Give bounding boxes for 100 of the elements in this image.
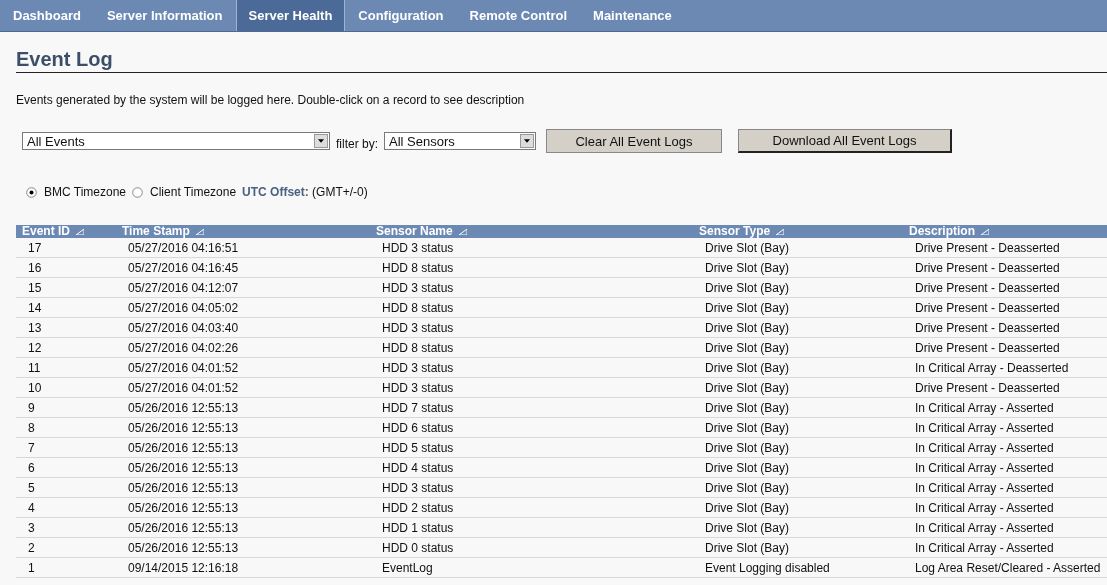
nav-tab[interactable]: Maintenance: [580, 0, 685, 31]
nav-tab[interactable]: Dashboard: [0, 0, 94, 31]
sort-icon: [776, 228, 785, 235]
table-cell-text: 11: [27, 360, 42, 375]
sensor-dropdown[interactable]: All Sensors: [384, 132, 536, 150]
page-title: Event Log: [16, 48, 114, 72]
column-header[interactable]: Event ID: [22, 225, 70, 238]
table-cell-text: 05/27/2016 04:16:51: [127, 240, 240, 255]
table-cell-text: In Critical Array - Asserted: [914, 480, 1055, 495]
table-cell-text: Drive Present - Deasserted: [914, 260, 1061, 275]
table-cell-text: 9: [27, 400, 36, 415]
table-cell-text: 05/27/2016 04:03:40: [127, 320, 240, 335]
table-cell-text: 17: [27, 240, 43, 255]
table-cell-text: HDD 6 status: [381, 420, 455, 435]
table-cell-text: Drive Slot (Bay): [704, 460, 791, 475]
table-cell-text: Drive Slot (Bay): [704, 520, 791, 535]
table-cell-text: In Critical Array - Asserted: [914, 540, 1055, 555]
table-cell-text: HDD 4 status: [381, 460, 455, 475]
table-cell-text: 4: [27, 500, 36, 515]
table-cell-text: 8: [27, 420, 36, 435]
table-cell-text: 05/26/2016 12:55:13: [127, 480, 240, 495]
nav-tab[interactable]: Server Information: [93, 0, 236, 31]
radio-label: BMC Timezone: [44, 185, 127, 199]
table-cell-text: HDD 1 status: [381, 520, 455, 535]
table-cell-text: In Critical Array - Asserted: [914, 400, 1055, 415]
nav-tab[interactable]: Remote Control: [456, 0, 581, 31]
table-cell-text: Drive Slot (Bay): [704, 300, 791, 315]
column-header[interactable]: Sensor Type: [699, 225, 771, 238]
table-cell-text: Drive Present - Deasserted: [914, 340, 1061, 355]
table-cell-text: 05/27/2016 04:16:45: [127, 260, 240, 275]
table-cell-text: HDD 3 status: [381, 360, 455, 375]
table-cell-text: 5: [27, 480, 36, 495]
table-cell-text: Drive Slot (Bay): [704, 340, 791, 355]
table-cell-text: HDD 3 status: [381, 240, 455, 255]
table-cell-text: Drive Slot (Bay): [704, 240, 791, 255]
table-cell-text: 3: [27, 520, 36, 535]
table-cell-text: HDD 0 status: [381, 540, 455, 555]
table-cell-text: 14: [27, 300, 43, 315]
filter-label: filter by:: [336, 137, 378, 151]
column-header[interactable]: Description: [909, 225, 975, 238]
table-cell-text: 05/26/2016 12:55:13: [127, 520, 240, 535]
utc-offset: UTC Offset: (GMT+/-0): [242, 185, 368, 199]
sort-icon: [458, 228, 467, 235]
table-cell-text: HDD 2 status: [381, 500, 455, 515]
sort-icon: [981, 228, 989, 235]
table-cell-text: 16: [27, 260, 43, 275]
table-cell-text: Drive Slot (Bay): [704, 260, 791, 275]
table-cell-text: 09/14/2015 12:16:18: [127, 560, 240, 575]
nav-tab[interactable]: Server Health: [235, 0, 346, 31]
radio-button[interactable]: [132, 186, 144, 198]
table-cell-text: HDD 8 status: [381, 340, 455, 355]
table-cell-text: 05/26/2016 12:55:13: [127, 440, 240, 455]
table-cell-text: 2: [27, 540, 36, 555]
table-cell-text: Drive Slot (Bay): [704, 440, 791, 455]
sort-icon: [195, 228, 204, 235]
download-button[interactable]: Download All Event Logs: [738, 129, 952, 153]
table-cell-text: Drive Slot (Bay): [704, 380, 791, 395]
radio-button[interactable]: [26, 186, 37, 198]
table-cell-text: HDD 3 status: [381, 280, 455, 295]
table-cell-text: Drive Slot (Bay): [704, 360, 791, 375]
table-cell-text: Drive Slot (Bay): [704, 420, 791, 435]
table-cell-text: 05/27/2016 04:12:07: [127, 280, 240, 295]
table-cell-text: In Critical Array - Asserted: [914, 520, 1055, 535]
table-cell-text: Drive Slot (Bay): [704, 320, 791, 335]
table-cell-text: Drive Slot (Bay): [704, 540, 791, 555]
column-header[interactable]: Time Stamp: [122, 225, 190, 238]
column-header[interactable]: Sensor Name: [376, 225, 453, 238]
table-cell-text: Drive Present - Deasserted: [914, 300, 1061, 315]
clear-button[interactable]: Clear All Event Logs: [546, 129, 722, 153]
table-cell-text: 13: [27, 320, 43, 335]
table-cell-text: Drive Present - Deasserted: [914, 240, 1061, 255]
radio-label: Client Timezone: [150, 185, 237, 199]
table-cell-text: 1: [27, 560, 36, 575]
table-cell-text: 05/26/2016 12:55:13: [127, 540, 240, 555]
table-cell-text: In Critical Array - Asserted: [914, 420, 1055, 435]
table-cell-text: 05/27/2016 04:02:26: [127, 340, 240, 355]
table-cell-text: HDD 3 status: [381, 480, 455, 495]
table-cell-text: Drive Slot (Bay): [704, 500, 791, 515]
table-cell-text: HDD 3 status: [381, 380, 455, 395]
table-cell-text: In Critical Array - Asserted: [914, 440, 1055, 455]
nav-tab[interactable]: Configuration: [345, 0, 457, 31]
table-cell-text: HDD 8 status: [381, 260, 455, 275]
page-description: Events generated by the system will be logged here. Double-click on a record to see description: [16, 93, 526, 107]
table-cell-text: 6: [27, 460, 36, 475]
table-cell-text: 10: [27, 380, 43, 395]
table-cell-text: EventLog: [381, 560, 434, 575]
table-cell-text: Drive Slot (Bay): [704, 400, 791, 415]
table-cell-text: HDD 5 status: [381, 440, 455, 455]
table-cell-text: 05/26/2016 12:55:13: [127, 460, 240, 475]
table-cell-text: HDD 7 status: [381, 400, 455, 415]
event-type-dropdown[interactable]: All Events: [22, 132, 330, 150]
table-cell-text: Event Logging disabled: [704, 560, 831, 575]
table-cell-text: 7: [27, 440, 36, 455]
sort-icon: [76, 228, 84, 235]
table-cell-text: In Critical Array - Asserted: [914, 460, 1055, 475]
table-cell-text: 05/26/2016 12:55:13: [127, 420, 240, 435]
table-cell-text: 05/26/2016 12:55:13: [127, 400, 240, 415]
table-cell-text: Drive Slot (Bay): [704, 480, 791, 495]
table-cell-text: 05/27/2016 04:01:52: [127, 380, 240, 395]
table-cell-text: HDD 8 status: [381, 300, 455, 315]
